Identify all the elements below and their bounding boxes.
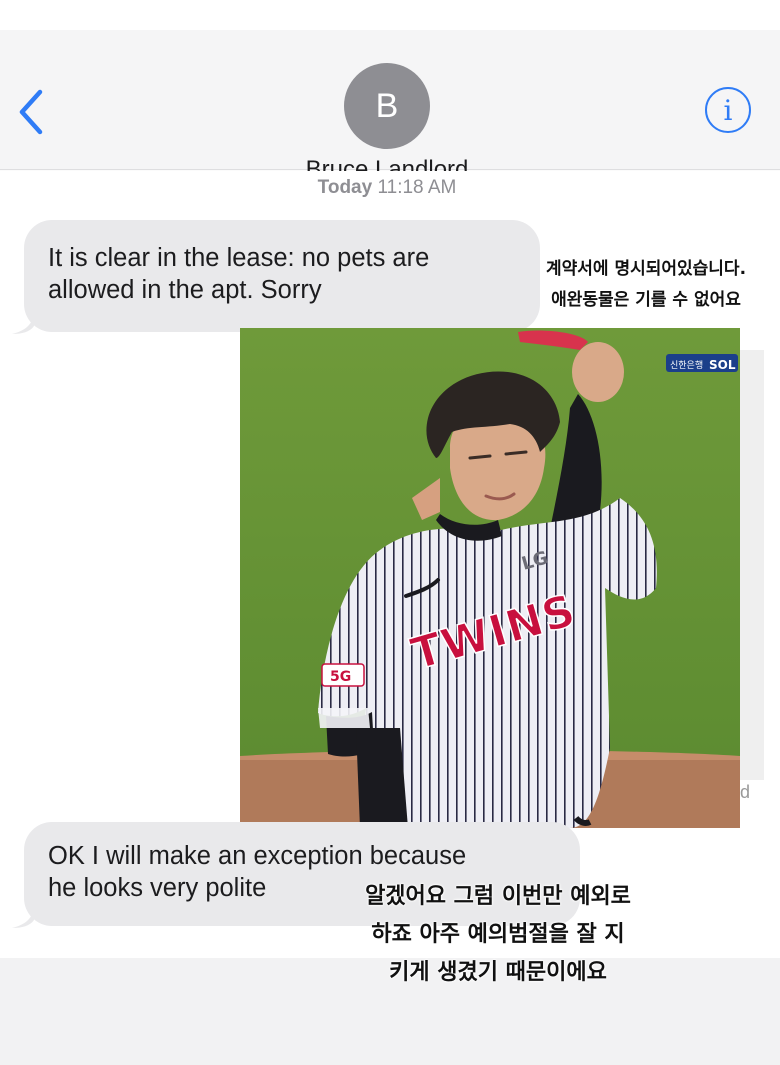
message-timestamp: Today 11:18 AM bbox=[0, 177, 774, 199]
broadcast-logo-latin: SOL bbox=[709, 358, 736, 372]
korean-caption-1: 계약서에 명시되어있습니다. 애완동물은 기를 수 없어요 bbox=[545, 259, 747, 310]
underlying-fragment: d bbox=[740, 782, 751, 802]
timestamp-time: 11:18 AM bbox=[377, 177, 457, 198]
message-text: It is clear in the lease: no pets are al… bbox=[48, 244, 430, 304]
underlying-screenshot-edge bbox=[740, 350, 764, 780]
chevron-left-icon bbox=[19, 89, 43, 135]
incoming-message-bubble[interactable]: It is clear in the lease: no pets are al… bbox=[24, 220, 540, 332]
avatar-initial: B bbox=[375, 86, 399, 125]
bubble-tail bbox=[12, 310, 34, 334]
broadcast-logo-korean: 신한은행 bbox=[670, 359, 703, 371]
bubble-tail bbox=[12, 904, 34, 928]
messages-screen: B Bruce Landlord i Today 11:18 AM It is … bbox=[0, 0, 780, 1065]
lower-arm-sleeve bbox=[356, 728, 408, 828]
info-icon[interactable]: i bbox=[705, 87, 751, 133]
conversation-header: B Bruce Landlord i bbox=[0, 30, 780, 183]
timestamp-day: Today bbox=[317, 177, 373, 198]
info-icon-glyph: i bbox=[723, 93, 733, 127]
sleeve-patch-text: 5G bbox=[330, 669, 351, 685]
status-bar-area bbox=[0, 0, 780, 30]
back-button[interactable] bbox=[14, 86, 50, 138]
avatar[interactable]: B bbox=[344, 63, 430, 149]
pasted-photo-baseball-player: 신한은행 SOL TWINS LG 5G bbox=[240, 328, 740, 828]
player-photo: 신한은행 SOL TWINS LG 5G bbox=[240, 328, 740, 828]
raised-hand bbox=[572, 342, 624, 402]
korean-caption-2: 알겠어요 그럼 이번만 예외로 하죠 아주 예의범절을 잘 지 키게 생겼기 때… bbox=[365, 884, 631, 985]
broadcast-logo: 신한은행 SOL bbox=[666, 354, 738, 372]
